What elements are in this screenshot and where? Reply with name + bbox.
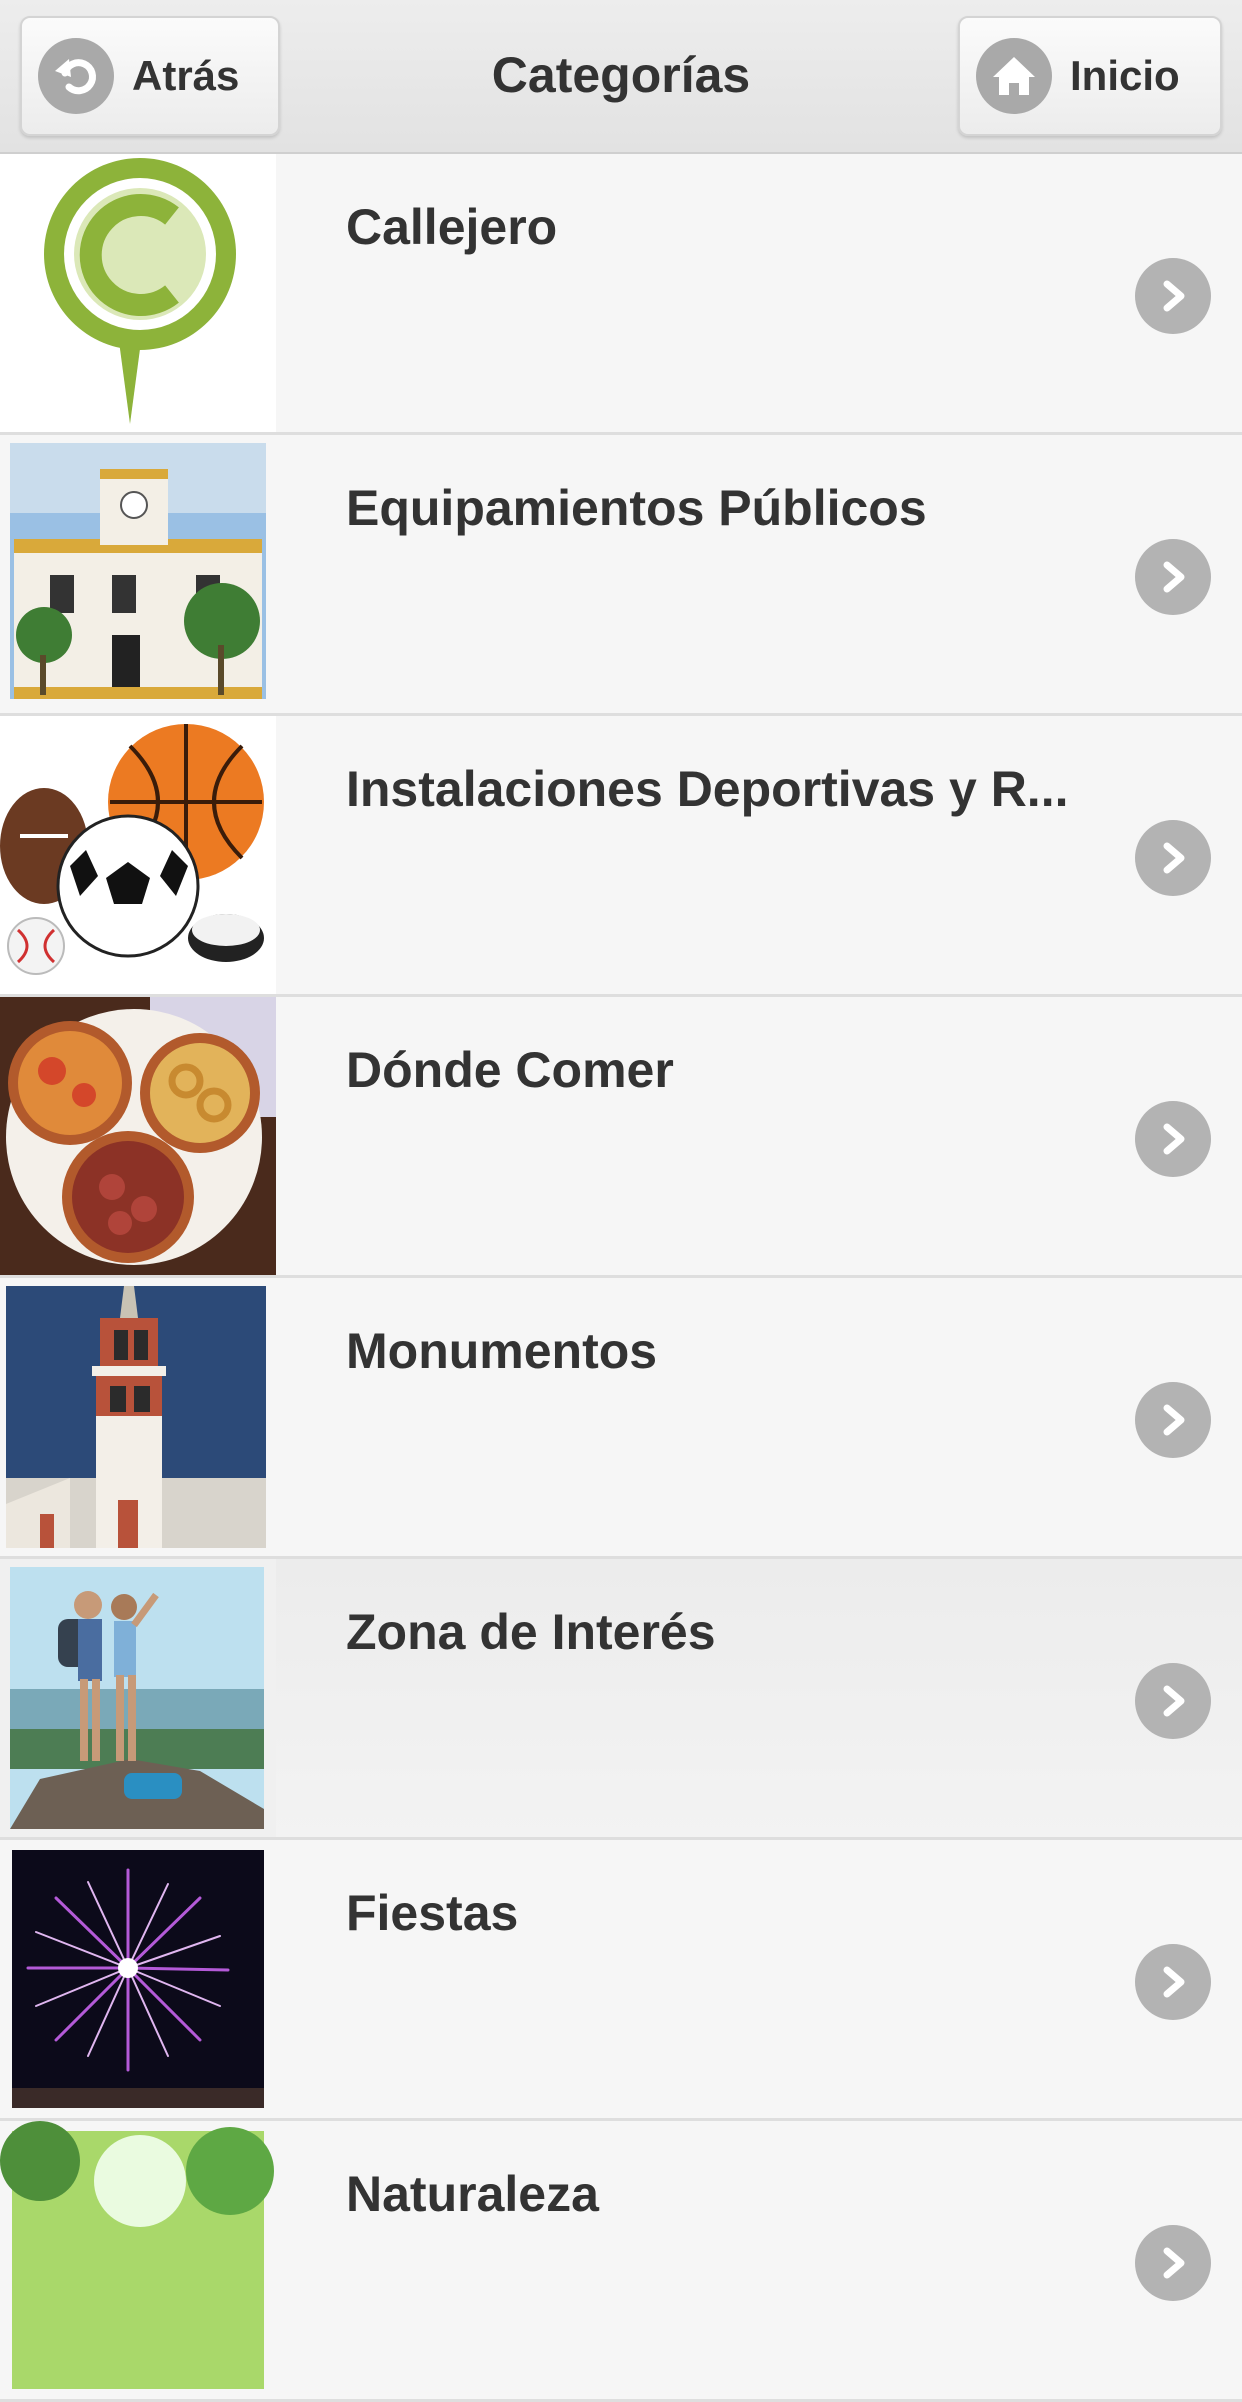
- category-label: Dónde Comer: [346, 1042, 674, 1098]
- category-label: Instalaciones Deportivas y R...: [346, 761, 1069, 817]
- sports-balls-photo: [0, 716, 276, 994]
- category-label: Equipamientos Públicos: [346, 480, 927, 536]
- home-button[interactable]: Inicio: [958, 16, 1222, 136]
- chevron-right-icon: [1135, 539, 1211, 615]
- home-button-label: Inicio: [1070, 52, 1180, 99]
- fireworks-photo: [0, 1840, 276, 2118]
- nature-photo: [0, 2121, 276, 2399]
- category-list: Callejero Equipamientos Públicos Instala…: [0, 154, 1242, 2402]
- church-tower-photo: [0, 1278, 276, 1556]
- chevron-right-icon: [1135, 1663, 1211, 1739]
- category-label: Naturaleza: [346, 2166, 599, 2222]
- list-item-callejero[interactable]: Callejero: [0, 154, 1242, 435]
- list-item-naturaleza[interactable]: Naturaleza: [0, 2121, 1242, 2402]
- back-button[interactable]: Atrás: [20, 16, 280, 136]
- list-item-equipamientos[interactable]: Equipamientos Públicos: [0, 435, 1242, 716]
- back-arrow-icon: [38, 38, 114, 114]
- tapas-photo: [0, 997, 276, 1275]
- category-label: Zona de Interés: [346, 1604, 716, 1660]
- back-button-label: Atrás: [132, 52, 240, 99]
- header-bar: Categorías Atrás Inicio: [0, 0, 1242, 154]
- chevron-right-icon: [1135, 1382, 1211, 1458]
- chevron-right-icon: [1135, 820, 1211, 896]
- home-icon: [976, 38, 1052, 114]
- category-label: Monumentos: [346, 1323, 658, 1379]
- chevron-right-icon: [1135, 258, 1211, 334]
- list-item-zona-interes[interactable]: Zona de Interés: [0, 1559, 1242, 1840]
- chevron-right-icon: [1135, 2225, 1211, 2301]
- chevron-right-icon: [1135, 1101, 1211, 1177]
- list-item-fiestas[interactable]: Fiestas: [0, 1840, 1242, 2121]
- callejero-pin-icon: [0, 154, 276, 432]
- list-item-monumentos[interactable]: Monumentos: [0, 1278, 1242, 1559]
- chevron-right-icon: [1135, 1944, 1211, 2020]
- hikers-photo: [0, 1559, 276, 1837]
- category-label: Fiestas: [346, 1885, 519, 1941]
- town-hall-photo: [0, 435, 276, 713]
- list-item-instalaciones-deportivas[interactable]: Instalaciones Deportivas y R...: [0, 716, 1242, 997]
- category-label: Callejero: [346, 199, 558, 255]
- list-item-donde-comer[interactable]: Dónde Comer: [0, 997, 1242, 1278]
